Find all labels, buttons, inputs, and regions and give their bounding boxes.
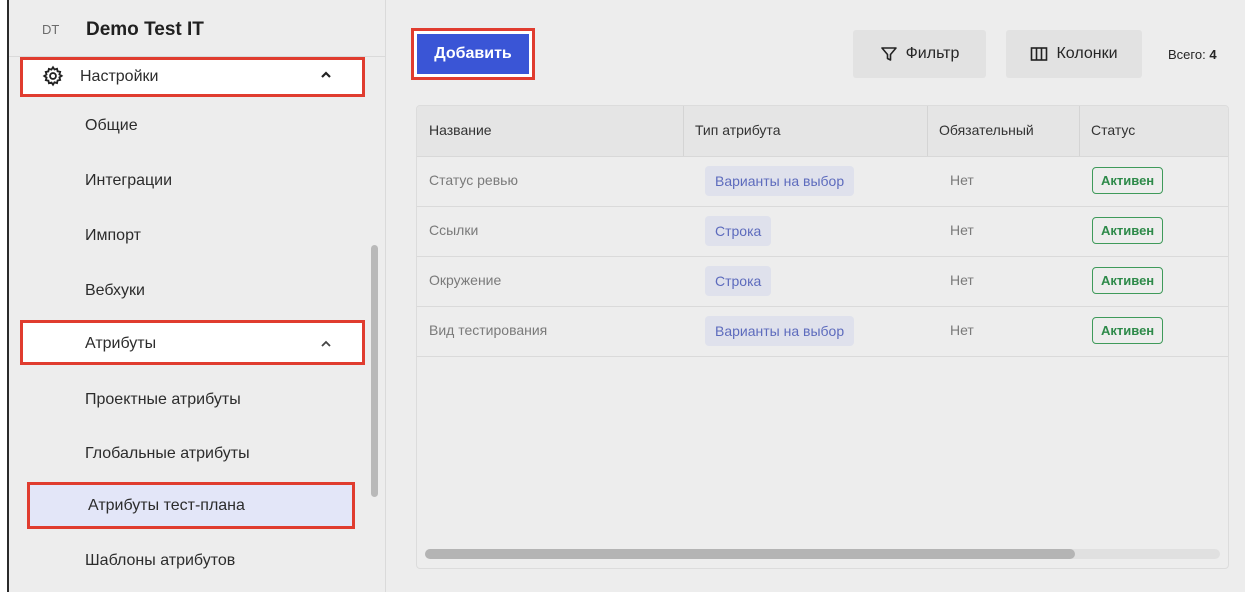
cell-name: Ссылки: [429, 222, 479, 238]
sidebar-item-label: Вебхуки: [85, 282, 145, 299]
total-label: Всего:: [1168, 47, 1206, 62]
column-header-status[interactable]: Статус: [1091, 122, 1135, 138]
sidebar-item-label: Шаблоны атрибутов: [85, 552, 236, 569]
column-divider[interactable]: [1079, 106, 1080, 156]
sidebar-item-label: Атрибуты тест-плана: [88, 497, 245, 514]
project-title: Demo Test IT: [86, 19, 204, 40]
project-header[interactable]: DT Demo Test IT: [9, 0, 385, 57]
sidebar-item-label: Импорт: [85, 227, 141, 244]
chevron-up-icon: [321, 71, 331, 78]
sidebar-item-label: Общие: [85, 117, 138, 134]
cell-required: Нет: [950, 272, 974, 288]
cell-name: Статус ревью: [429, 172, 518, 188]
table-row[interactable]: Окружение Строка Нет Активен: [417, 257, 1228, 307]
filter-button[interactable]: Фильтр: [853, 30, 986, 78]
app-window: DT Demo Test IT Настройки Общие Интеграц…: [7, 0, 1245, 592]
status-badge: Активен: [1092, 167, 1164, 194]
column-header-name[interactable]: Название: [429, 122, 492, 138]
cell-required: Нет: [950, 172, 974, 188]
sidebar-item-label: Проектные атрибуты: [85, 391, 241, 408]
columns-label: Колонки: [1056, 45, 1118, 62]
sidebar-item-import[interactable]: Импорт: [20, 216, 365, 256]
columns-button[interactable]: Колонки: [1006, 30, 1142, 78]
table-header: Название Тип атрибута Обязательный Стату…: [417, 106, 1228, 157]
status-badge: Активен: [1092, 317, 1164, 344]
table-row[interactable]: Вид тестирования Варианты на выбор Нет А…: [417, 307, 1228, 357]
column-divider[interactable]: [683, 106, 684, 156]
filter-label: Фильтр: [905, 45, 960, 62]
sidebar-item-label: Атрибуты: [85, 335, 157, 352]
type-chip: Строка: [705, 266, 772, 296]
gear-icon: [42, 65, 64, 87]
main-content: Добавить Фильтр Колонки Всего: 4 Названи…: [386, 0, 1245, 592]
sidebar-item-integrations[interactable]: Интеграции: [20, 161, 365, 201]
status-badge: Активен: [1092, 217, 1164, 244]
sidebar-item-webhooks[interactable]: Вебхуки: [20, 271, 365, 311]
sidebar-item-general[interactable]: Общие: [20, 106, 365, 146]
column-header-required[interactable]: Обязательный: [939, 122, 1034, 138]
sidebar-item-project-attributes[interactable]: Проектные атрибуты: [20, 380, 365, 420]
sidebar-item-attribute-templates[interactable]: Шаблоны атрибутов: [20, 541, 365, 581]
project-avatar: DT: [42, 22, 60, 37]
cell-required: Нет: [950, 222, 974, 238]
sidebar-item-label: Интеграции: [85, 172, 173, 189]
type-chip: Варианты на выбор: [705, 316, 855, 346]
chevron-up-icon: [321, 340, 331, 347]
table-row[interactable]: Ссылки Строка Нет Активен: [417, 207, 1228, 257]
cell-required: Нет: [950, 322, 974, 338]
cell-name: Окружение: [429, 272, 502, 288]
sidebar-item-label: Глобальные атрибуты: [85, 445, 250, 462]
cell-name: Вид тестирования: [429, 322, 548, 338]
sidebar-item-label: Настройки: [80, 68, 159, 85]
type-chip: Варианты на выбор: [705, 166, 855, 196]
scrollbar-thumb[interactable]: [425, 549, 1075, 559]
sidebar-scrollbar[interactable]: [371, 245, 378, 497]
filter-icon: [880, 47, 897, 61]
column-header-type[interactable]: Тип атрибута: [695, 122, 780, 138]
attributes-table: Название Тип атрибута Обязательный Стату…: [416, 105, 1229, 569]
sidebar-item-settings[interactable]: Настройки: [20, 57, 365, 97]
sidebar-item-attributes[interactable]: Атрибуты: [20, 320, 365, 365]
horizontal-scrollbar[interactable]: [425, 549, 1220, 559]
add-button[interactable]: Добавить: [417, 34, 529, 74]
total-value: 4: [1209, 47, 1217, 62]
total-count: Всего: 4: [1168, 47, 1217, 62]
columns-icon: [1031, 47, 1048, 61]
sidebar: DT Demo Test IT Настройки Общие Интеграц…: [9, 0, 386, 592]
table-row[interactable]: Статус ревью Варианты на выбор Нет Актив…: [417, 157, 1228, 207]
sidebar-item-testplan-attributes[interactable]: Атрибуты тест-плана: [27, 482, 355, 529]
type-chip: Строка: [705, 216, 772, 246]
add-button-outline: Добавить: [411, 28, 535, 80]
sidebar-item-global-attributes[interactable]: Глобальные атрибуты: [20, 434, 365, 474]
status-badge: Активен: [1092, 267, 1164, 294]
column-divider[interactable]: [927, 106, 928, 156]
